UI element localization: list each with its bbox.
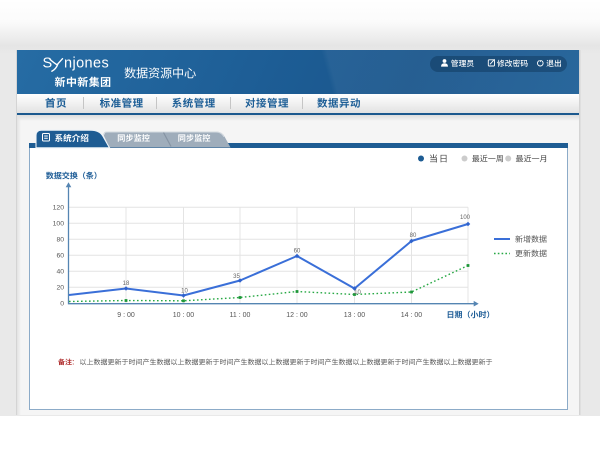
svg-text:20: 20 [56, 285, 64, 292]
svg-text:35: 35 [233, 274, 240, 280]
svg-text:60: 60 [294, 249, 301, 255]
svg-text:10 : 00: 10 : 00 [173, 312, 195, 319]
svg-text:12 : 00: 12 : 00 [286, 312, 308, 319]
svg-text:18: 18 [123, 281, 130, 287]
svg-text:10: 10 [181, 288, 188, 294]
svg-text:100: 100 [53, 221, 65, 228]
svg-text:9 : 00: 9 : 00 [117, 312, 135, 319]
svg-text:14 : 00: 14 : 00 [401, 312, 423, 319]
svg-text:120: 120 [53, 205, 65, 212]
svg-text:40: 40 [56, 269, 64, 276]
svg-text:100: 100 [460, 215, 471, 221]
svg-text:0: 0 [60, 301, 64, 308]
svg-text:11 : 00: 11 : 00 [230, 312, 251, 319]
svg-text:80: 80 [56, 237, 64, 244]
svg-text:S: S [43, 56, 53, 72]
svg-text:njones: njones [64, 56, 109, 72]
svg-text:10: 10 [354, 290, 361, 296]
svg-text:60: 60 [56, 253, 64, 260]
svg-text:13 : 00: 13 : 00 [344, 312, 366, 319]
svg-text:80: 80 [410, 233, 417, 239]
